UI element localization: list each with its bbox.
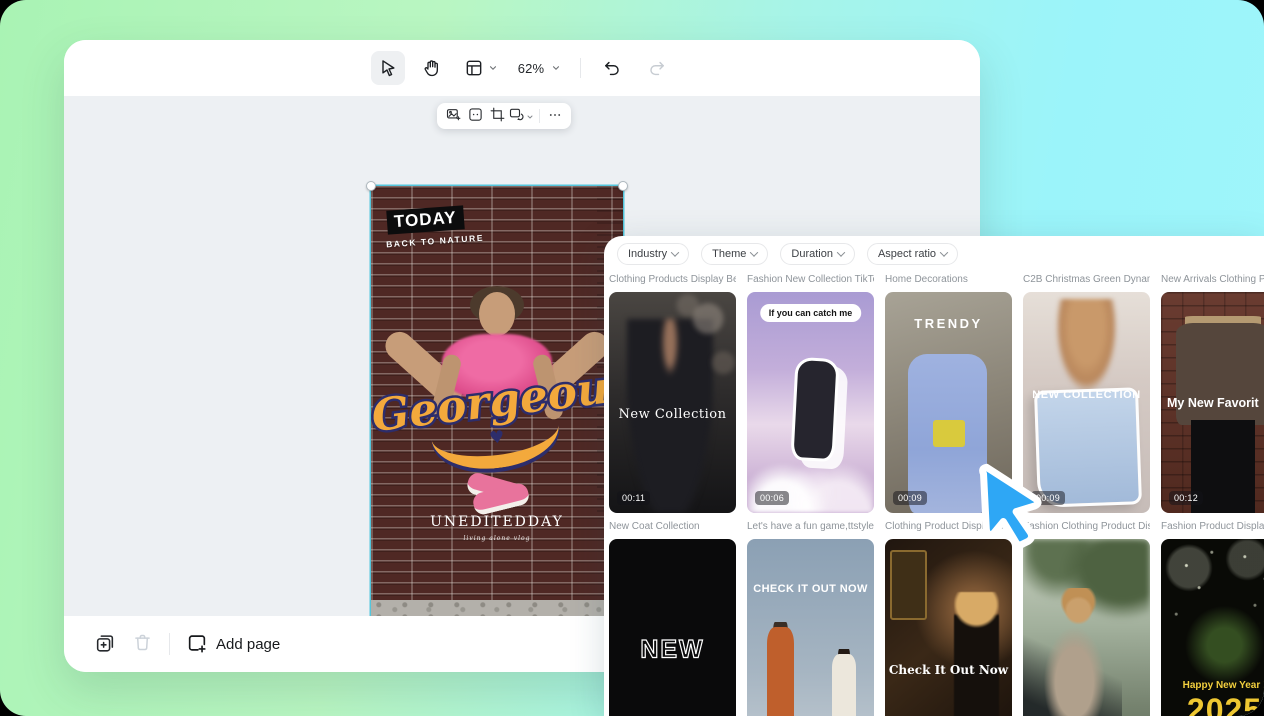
select-tool-button[interactable] [370, 51, 405, 85]
replace-image-button[interactable] [509, 105, 534, 127]
duration-badge: 00:12 [1169, 491, 1204, 505]
frame-tool-icon [464, 58, 484, 78]
duration-badge: 00:09 [1031, 491, 1066, 505]
template-title: Fashion Clothing Product Display [1023, 521, 1150, 532]
new-year-greeting-text: Happy New Year ! [1182, 680, 1264, 692]
frame-tool-button[interactable] [459, 51, 503, 85]
template-overlay-text: CHECK IT OUT NOW [753, 583, 868, 596]
chevron-down-icon [939, 248, 949, 257]
template-overlay-text: My New Favorit [1167, 395, 1259, 410]
template-title: Fashion Product Display Lig [1161, 521, 1264, 532]
add-page-label: Add page [216, 635, 281, 653]
design-title-text: TODAY [386, 205, 465, 235]
filter-label: Theme [712, 248, 747, 260]
zoom-level-dropdown[interactable]: 62% [513, 51, 567, 85]
template-card[interactable]: TRENDY 00:09 [885, 292, 1012, 513]
replace-image-icon [509, 107, 524, 125]
more-options-button[interactable] [545, 105, 565, 127]
hand-tool-icon [422, 58, 442, 78]
template-row: New Coat Collection NEW Let's have a fun… [609, 520, 1264, 716]
template-card[interactable]: NEW COLLECTION 00:09 [1023, 292, 1150, 513]
template-overlay-text: NEW [640, 634, 705, 663]
template-title: Home Decorations [885, 274, 968, 285]
template-row: Clothing Products Display Beati... New C… [609, 273, 1264, 513]
selection-toolbar [437, 103, 571, 129]
chevron-down-icon [526, 109, 534, 124]
photo-person-head [479, 292, 515, 336]
template-card[interactable] [1023, 539, 1150, 716]
add-page-button[interactable]: Add page [186, 632, 280, 657]
toolbar-divider [169, 633, 170, 655]
template-overlay-text: TRENDY [914, 316, 983, 331]
crop-icon [490, 107, 505, 125]
filter-label: Duration [791, 248, 833, 260]
undo-icon [603, 59, 622, 78]
selected-page[interactable]: TODAY BACK TO NATURE Georgeous ♥ UNEDITE… [366, 181, 628, 616]
template-title: New Arrivals Clothing Produ [1161, 274, 1264, 285]
duplicate-page-icon [94, 632, 116, 657]
duration-badge: 00:11 [617, 491, 651, 505]
filter-label: Aspect ratio [877, 248, 937, 260]
adjust-icon [468, 107, 483, 125]
page-background: 62% TODAY BACK TO NATURE Georgeous ♥ UNE… [0, 0, 1264, 716]
filter-duration[interactable]: Duration [780, 243, 855, 265]
template-card[interactable]: Happy New Year ! 2025 Cheers to new begi… [1161, 539, 1264, 716]
heart-icon: ♥ [488, 427, 506, 449]
templates-panel: Industry Theme Duration Aspect ratio Clo… [604, 236, 1264, 716]
trash-icon [132, 632, 153, 656]
template-overlay-text: New Collection [618, 406, 727, 422]
redo-icon [647, 59, 666, 78]
redo-button[interactable] [639, 51, 673, 85]
toolbar-divider [580, 58, 582, 78]
template-overlay-text: NEW COLLECTION [1032, 389, 1141, 402]
resize-handle-top-left[interactable] [366, 181, 376, 191]
design-footer-title: UNEDITEDDAY [430, 514, 564, 530]
template-filter-bar: Industry Theme Duration Aspect ratio [617, 243, 1264, 265]
filter-industry[interactable]: Industry [617, 243, 690, 265]
design-artboard[interactable]: TODAY BACK TO NATURE Georgeous ♥ UNEDITE… [371, 186, 623, 616]
cursor-tool-icon [378, 58, 398, 78]
filter-aspect-ratio[interactable]: Aspect ratio [866, 243, 959, 265]
filter-theme[interactable]: Theme [701, 243, 769, 265]
chevron-down-icon [670, 248, 680, 257]
template-title: Fashion New Collection TikTok ... [747, 274, 874, 285]
template-title: Clothing Product Display Be [885, 521, 1010, 532]
duplicate-page-button[interactable] [94, 632, 116, 657]
chevron-down-icon [750, 248, 759, 257]
chevron-down-icon [488, 63, 498, 73]
crop-button[interactable] [487, 105, 507, 127]
template-card[interactable]: Check It Out Now [885, 539, 1012, 716]
zoom-level-value: 62% [517, 60, 545, 76]
adjust-button[interactable] [465, 105, 485, 127]
add-image-button[interactable] [443, 105, 463, 127]
template-card[interactable]: NEW [609, 539, 736, 716]
template-card[interactable]: If you can catch me 00:06 [747, 292, 874, 513]
resize-handle-top-right[interactable] [618, 181, 628, 191]
add-page-icon [186, 632, 208, 657]
template-card[interactable]: CHECK IT OUT NOW [747, 539, 874, 716]
undo-button[interactable] [595, 51, 629, 85]
template-overlay-text: Check It Out Now [888, 662, 1009, 677]
template-card[interactable]: New Collection 00:11 [609, 292, 736, 513]
add-image-icon [446, 107, 461, 125]
editor-toolbar: 62% [64, 40, 980, 96]
more-icon [548, 108, 562, 125]
template-title: C2B Christmas Green Dynamic ... [1023, 274, 1150, 285]
design-footer-subtitle: living alone vlog [463, 535, 531, 542]
template-title: Clothing Products Display Beati... [609, 274, 736, 285]
new-year-year-text: 2025 [1186, 691, 1263, 716]
toolbar-divider [539, 109, 540, 123]
chevron-down-icon [551, 63, 561, 73]
hand-tool-button[interactable] [415, 51, 449, 85]
filter-label: Industry [628, 248, 668, 260]
delete-page-button[interactable] [132, 632, 153, 656]
template-overlay-text: If you can catch me [759, 304, 862, 322]
template-card[interactable]: My New Favorit 00:12 [1161, 292, 1264, 513]
chevron-down-icon [836, 248, 846, 257]
duration-badge: 00:09 [893, 491, 928, 505]
duration-badge: 00:06 [755, 491, 790, 505]
template-title: Let's have a fun game,ttstyle 👆... [747, 521, 874, 532]
design-subtitle-text: BACK TO NATURE [385, 232, 485, 250]
template-title: New Coat Collection [609, 521, 700, 532]
